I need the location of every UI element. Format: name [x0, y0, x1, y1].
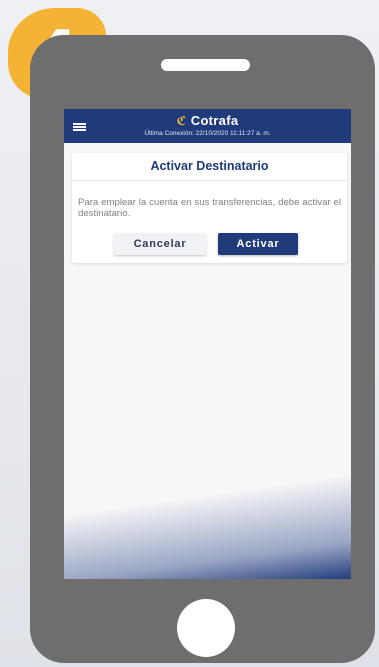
brand: ℭ Cotrafa [64, 113, 351, 128]
dialog-message: Para emplear la cuenta en sus transferen… [78, 197, 341, 219]
activate-recipient-dialog: Activar Destinatario Para emplear la cue… [72, 153, 347, 263]
brand-name: Cotrafa [190, 113, 239, 128]
cotrafa-logo-icon: ℭ [176, 114, 187, 128]
phone-home-button[interactable] [177, 599, 235, 657]
phone-speaker [161, 59, 250, 71]
dialog-title: Activar Destinatario [150, 159, 269, 173]
phone-screen: ℭ Cotrafa Última Conexión: 22/10/2020 11:… [64, 109, 351, 579]
screen-background-gradient [64, 469, 351, 579]
app-header: ℭ Cotrafa Última Conexión: 22/10/2020 11:… [64, 109, 351, 143]
activate-button[interactable]: Activar [218, 233, 298, 255]
cancel-button[interactable]: Cancelar [114, 233, 206, 255]
last-connection: Última Conexión: 22/10/2020 11:11:27 a. … [144, 130, 271, 137]
dialog-divider [72, 180, 347, 181]
